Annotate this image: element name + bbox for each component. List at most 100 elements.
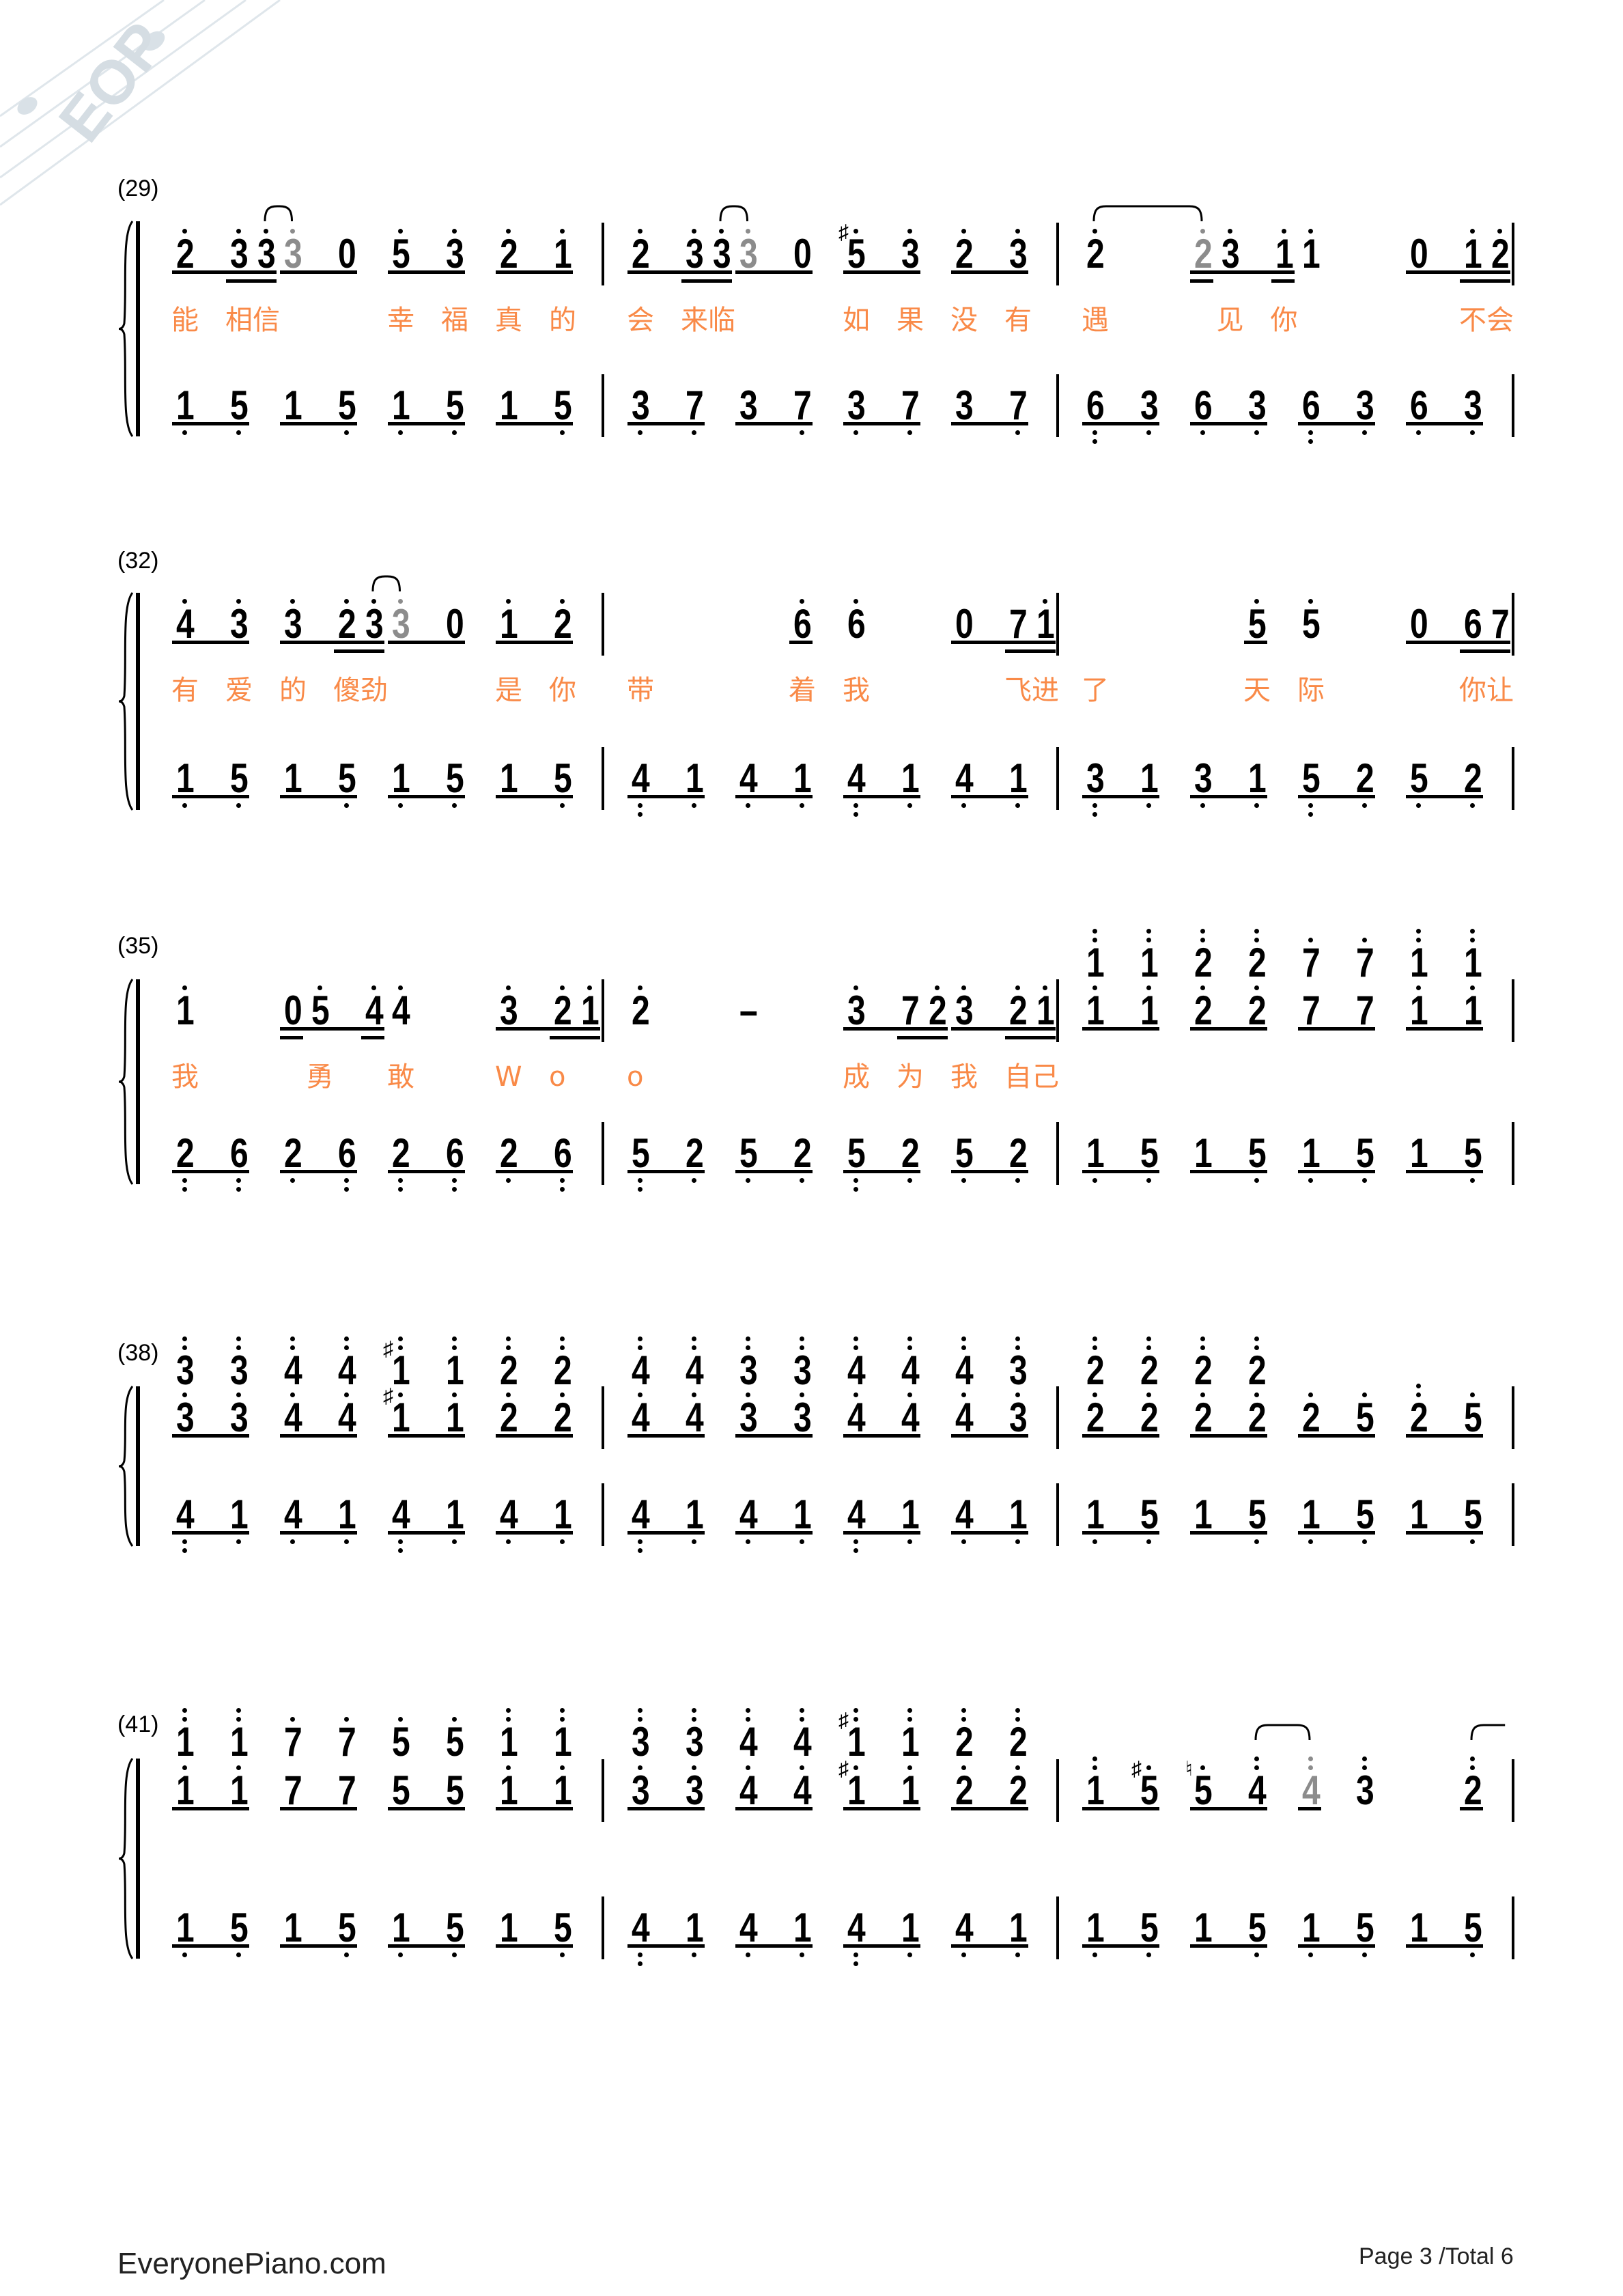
octave-dot-above <box>1308 599 1313 604</box>
eighth-underline <box>1298 1434 1375 1438</box>
octave-dot-above <box>560 1708 565 1713</box>
bass-note: 5 <box>554 755 572 801</box>
bar-line <box>1056 747 1059 810</box>
melody-note: 5 <box>392 1767 410 1813</box>
eighth-underline <box>843 1027 948 1031</box>
octave-dot-below <box>344 1539 349 1544</box>
melody-note: 2 <box>1140 1395 1159 1440</box>
octave-dot-above <box>1416 985 1421 990</box>
octave-dot-above <box>1092 938 1097 942</box>
octave-dot-above <box>1015 1392 1020 1397</box>
sixteenth-underline <box>361 1036 384 1039</box>
octave-dot-below <box>853 1548 858 1553</box>
eighth-underline <box>280 1434 357 1438</box>
melody-note: 1 <box>1464 231 1482 277</box>
eighth-underline <box>496 270 573 274</box>
octave-dot-above <box>1092 1336 1097 1341</box>
octave-dot-below <box>236 1178 241 1183</box>
octave-dot-above <box>263 229 268 234</box>
footer-site[interactable]: EveryonePiano.com <box>117 2247 386 2281</box>
bar-line <box>602 1759 604 1822</box>
octave-dot-below <box>344 430 349 435</box>
octave-dot-above <box>1362 1756 1367 1761</box>
sixteenth-underline <box>226 279 277 283</box>
eighth-underline <box>627 1807 705 1810</box>
octave-dot-above <box>506 1717 511 1722</box>
octave-dot-above <box>1015 1765 1020 1770</box>
eighth-underline <box>280 1027 384 1031</box>
chord-top-note: 1 <box>1140 940 1159 985</box>
melody-note: 0 <box>1410 231 1428 277</box>
octave-dot-below <box>692 803 696 808</box>
melody-note: 1 <box>1036 988 1055 1033</box>
bass-note: 5 <box>338 755 356 801</box>
eighth-underline <box>627 1944 705 1948</box>
eighth-underline <box>172 795 249 798</box>
tie-slur <box>1254 1724 1311 1741</box>
bass-note: 1 <box>901 1905 920 1950</box>
bass-note: 6 <box>338 1130 356 1176</box>
chord-top-note: 4 <box>847 1347 866 1393</box>
bass-note: 5 <box>739 1130 758 1176</box>
chord-top-note: 5 <box>446 1719 464 1765</box>
bass-note: 7 <box>686 382 704 428</box>
eighth-underline <box>280 1944 357 1948</box>
bass-note: 1 <box>176 1905 195 1950</box>
lyric-text: 遇 <box>1082 305 1109 336</box>
melody-note: 5 <box>1248 601 1267 647</box>
bass-note: 5 <box>1248 1492 1267 1537</box>
chord-top-note: 2 <box>1194 1347 1213 1393</box>
chord-top-note: 1 <box>500 1719 518 1765</box>
chord-top-note: 1 <box>1410 940 1428 985</box>
eighth-underline <box>627 1170 705 1173</box>
chord-top-note: 5 <box>392 1719 410 1765</box>
octave-dot-above <box>290 599 295 604</box>
octave-dot-above <box>1200 1392 1205 1397</box>
octave-dot-above <box>1308 1392 1313 1397</box>
octave-dot-above <box>1254 1765 1259 1770</box>
eighth-underline <box>627 795 705 798</box>
octave-dot-below <box>1015 430 1020 435</box>
eighth-underline <box>496 422 573 425</box>
bar-line <box>1512 747 1514 810</box>
octave-dot-above <box>1308 1765 1313 1770</box>
melody-note: 3 <box>392 601 410 647</box>
eighth-underline <box>1190 1434 1267 1438</box>
octave-dot-below <box>560 1187 565 1192</box>
octave-dot-above <box>560 1392 565 1397</box>
octave-dot-below <box>452 803 457 808</box>
bass-note: 4 <box>847 1492 866 1537</box>
octave-dot-above <box>800 1765 804 1770</box>
octave-dot-below <box>853 803 858 808</box>
octave-dot-above <box>907 1392 912 1397</box>
melody-note: 2 <box>1194 1395 1213 1440</box>
tie-slur <box>264 205 293 222</box>
tie-slur <box>719 205 748 222</box>
octave-dot-above <box>290 1392 295 1397</box>
octave-dot-above <box>1308 938 1313 942</box>
melody-note: 2 <box>928 988 947 1033</box>
octave-dot-above <box>560 1345 565 1350</box>
bass-note: 6 <box>1302 382 1321 428</box>
octave-dot-below <box>746 1952 750 1957</box>
octave-dot-above <box>853 1717 858 1722</box>
melody-note: 2 <box>1009 988 1028 1033</box>
eighth-underline <box>843 422 920 425</box>
octave-dot-above <box>236 1336 241 1341</box>
octave-dot-below <box>1200 430 1205 435</box>
bass-note: 1 <box>1194 1905 1213 1950</box>
octave-dot-above <box>1146 1336 1151 1341</box>
melody-note: 4 <box>365 988 384 1033</box>
octave-dot-below <box>1308 1178 1313 1183</box>
melody-note: 2 <box>500 1395 518 1440</box>
eighth-underline <box>1190 1531 1267 1535</box>
eighth-underline <box>843 1434 920 1438</box>
bass-note: 5 <box>1464 1130 1482 1176</box>
chord-top-note: 2 <box>1009 1719 1028 1765</box>
eighth-underline <box>735 1434 813 1438</box>
octave-dot-above <box>1416 1384 1421 1388</box>
eighth-underline <box>735 1807 813 1810</box>
bar-line <box>1512 1896 1514 1959</box>
octave-dot-above <box>638 1708 643 1713</box>
lyric-text: 会 <box>627 305 654 336</box>
